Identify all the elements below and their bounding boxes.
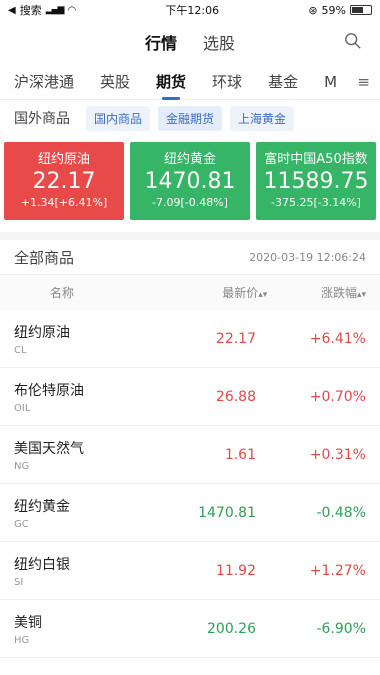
tab-more[interactable]: M xyxy=(324,73,351,91)
tab-hk-connect[interactable]: 沪深港通 xyxy=(14,71,88,92)
row-name: 纽约原油 xyxy=(14,324,70,341)
top-nav-stock-picker[interactable]: 选股 xyxy=(203,30,235,54)
status-left: ◀ 搜索 ▂▄▆ ◠ xyxy=(8,2,76,18)
chip-domestic-commodities[interactable]: 国内商品 xyxy=(86,105,151,131)
chip-financial-futures[interactable]: 金融期货 xyxy=(158,105,223,131)
row-price: 1470.81 xyxy=(198,504,256,521)
sort-icon: ▴▾ xyxy=(356,290,366,300)
row-name-block: 布伦特原油 OIL xyxy=(14,380,146,414)
col-header-change-label: 涨跌幅 xyxy=(320,286,357,300)
all-commodities-header: 全部商品 2020-03-19 12:06:24 xyxy=(0,232,380,274)
status-back-label[interactable]: 搜索 xyxy=(20,2,42,18)
signal-icon: ▂▄▆ xyxy=(45,5,65,15)
row-change: +1.27% xyxy=(309,562,366,579)
card-name: 纽约黄金 xyxy=(163,152,216,167)
top-nav-market[interactable]: 行情 xyxy=(145,30,177,54)
card-change: +1.34[+6.41%] xyxy=(20,196,108,209)
col-header-change[interactable]: 涨跌幅▴▾ xyxy=(267,284,366,301)
quote-cards: 纽约原油 22.17 +1.34[+6.41%] 纽约黄金 1470.81 -7… xyxy=(0,136,380,232)
table-row[interactable]: 布伦特原油 OIL 26.88 +0.70% xyxy=(0,368,380,426)
row-price: 1.61 xyxy=(224,446,256,463)
tab-funds[interactable]: 基金 xyxy=(268,71,312,92)
status-right: ⊛ 59% xyxy=(308,4,372,17)
table-header: 名称 最新价▴▾ 涨跌幅▴▾ xyxy=(0,274,380,310)
section-title: 全部商品 xyxy=(14,248,75,267)
section-timestamp: 2020-03-19 12:06:24 xyxy=(249,250,366,264)
battery-icon xyxy=(349,5,372,15)
row-code: HG xyxy=(14,634,30,646)
row-name: 布伦特原油 xyxy=(14,382,84,399)
row-change: +0.70% xyxy=(309,388,366,405)
col-header-price[interactable]: 最新价▴▾ xyxy=(169,284,268,301)
subtab-foreign-commodities[interactable]: 国外商品 xyxy=(14,108,70,128)
tab-uk-stocks[interactable]: 英股 xyxy=(100,71,144,92)
back-arrow-icon[interactable]: ◀ xyxy=(8,5,16,16)
row-change: +0.31% xyxy=(309,446,366,463)
tab-futures[interactable]: 期货 xyxy=(156,71,200,100)
wifi-icon: ◠ xyxy=(67,4,77,16)
table-row[interactable]: 纽约黄金 GC 1470.81 -0.48% xyxy=(0,484,380,542)
status-bar: ◀ 搜索 ▂▄▆ ◠ 下午12:06 ⊛ 59% xyxy=(0,0,380,20)
row-name-block: 美铜 HG xyxy=(14,612,146,646)
row-code: OIL xyxy=(14,402,31,414)
row-name: 纽约白银 xyxy=(14,556,70,573)
row-price: 200.26 xyxy=(207,620,256,637)
card-name: 纽约原油 xyxy=(37,152,90,167)
row-name-block: 纽约白银 SI xyxy=(14,554,146,588)
tab-global[interactable]: 环球 xyxy=(212,71,256,92)
table-row[interactable]: 美国天然气 NG 1.61 +0.31% xyxy=(0,426,380,484)
row-change: -6.90% xyxy=(316,620,366,637)
row-name-block: 纽约原油 CL xyxy=(14,322,146,356)
col-header-name: 名称 xyxy=(50,286,75,300)
sort-icon: ▴▾ xyxy=(258,290,268,300)
row-code: NG xyxy=(14,460,30,472)
row-name-block: 纽约黄金 GC xyxy=(14,496,146,530)
quote-card-a50[interactable]: 富时中国A50指数 11589.75 -375.25[-3.14%] xyxy=(256,142,376,220)
table-row[interactable]: 纽约原油 CL 22.17 +6.41% xyxy=(0,310,380,368)
card-change: -375.25[-3.14%] xyxy=(271,196,361,209)
top-nav: 行情 选股 xyxy=(0,20,380,64)
card-price: 1470.81 xyxy=(144,169,236,194)
table-row[interactable]: 纽约白银 SI 11.92 +1.27% xyxy=(0,542,380,600)
row-code: SI xyxy=(14,576,24,588)
row-price: 11.92 xyxy=(215,562,256,579)
battery-percent: 59% xyxy=(321,3,346,17)
row-change: -0.48% xyxy=(316,504,366,521)
card-name: 富时中国A50指数 xyxy=(264,152,368,167)
category-tabs: 沪深港通 英股 期货 环球 基金 M ≡ xyxy=(0,64,380,100)
col-header-price-label: 最新价 xyxy=(222,286,259,300)
row-price: 26.88 xyxy=(215,388,256,405)
table-row[interactable]: 美铜 HG 200.26 -6.90% xyxy=(0,600,380,658)
row-name-block: 美国天然气 NG xyxy=(14,438,146,472)
subtabs: 国外商品 国内商品 金融期货 上海黄金 xyxy=(0,100,380,136)
card-price: 22.17 xyxy=(32,169,96,194)
quote-card-nymex-crude[interactable]: 纽约原油 22.17 +1.34[+6.41%] xyxy=(4,142,124,220)
orientation-lock-icon: ⊛ xyxy=(308,3,318,17)
chip-shanghai-gold[interactable]: 上海黄金 xyxy=(230,105,295,131)
row-price: 22.17 xyxy=(215,330,256,347)
battery-fill xyxy=(351,7,363,13)
quote-card-comex-gold[interactable]: 纽约黄金 1470.81 -7.09[-0.48%] xyxy=(130,142,250,220)
row-change: +6.41% xyxy=(309,330,366,347)
search-icon[interactable] xyxy=(344,32,362,50)
status-time: 下午12:06 xyxy=(165,4,220,17)
row-code: CL xyxy=(14,344,27,356)
card-price: 11589.75 xyxy=(263,169,369,194)
row-name: 美国天然气 xyxy=(14,440,84,457)
row-code: GC xyxy=(14,518,29,530)
card-change: -7.09[-0.48%] xyxy=(152,196,228,209)
tabs-menu-icon[interactable]: ≡ xyxy=(357,73,370,91)
row-name: 美铜 xyxy=(14,614,42,631)
row-name: 纽约黄金 xyxy=(14,498,70,515)
commodity-list: 纽约原油 CL 22.17 +6.41% 布伦特原油 OIL 26.88 +0.70% 美国天然… xyxy=(0,310,380,658)
